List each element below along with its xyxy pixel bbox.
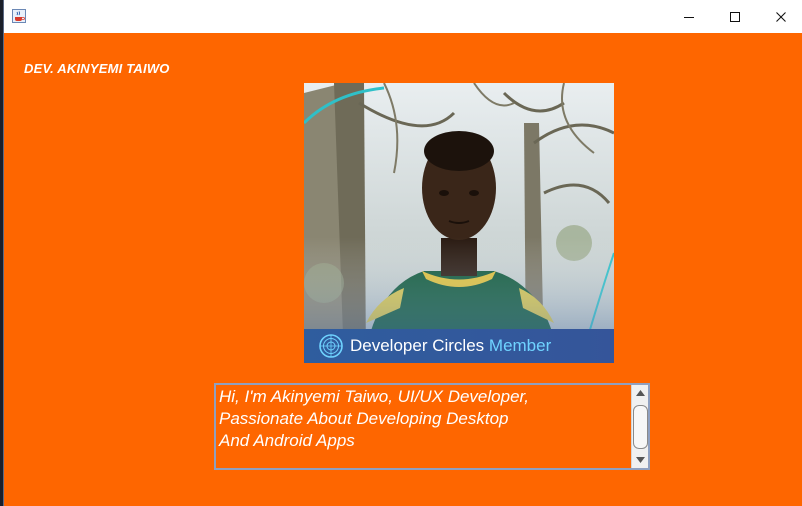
close-button[interactable] [758, 0, 802, 33]
java-cup-icon [12, 9, 26, 23]
scroll-up-button[interactable] [632, 385, 648, 401]
maximize-icon [730, 11, 740, 22]
photo-banner: Developer Circles Member [304, 329, 614, 363]
scroll-down-button[interactable] [632, 452, 648, 468]
banner-accent-text: Member [488, 336, 552, 355]
developer-circles-logo [319, 334, 343, 358]
vertical-scrollbar[interactable] [631, 385, 648, 468]
banner-label: Developer Circles Member [350, 336, 551, 356]
minimize-icon [684, 16, 694, 18]
maximize-button[interactable] [712, 0, 758, 33]
profile-photo: Developer Circles Member [304, 83, 614, 363]
arrow-up-icon [635, 390, 645, 396]
title-bar[interactable] [4, 0, 802, 33]
scroll-thumb[interactable] [633, 405, 648, 449]
minimize-button[interactable] [666, 0, 712, 33]
bio-text-area[interactable]: Hi, I'm Akinyemi Taiwo, UI/UX Developer,… [214, 383, 650, 470]
banner-text: Developer Circles [350, 336, 485, 355]
close-icon [776, 11, 786, 22]
author-name-label: DEV. AKINYEMI TAIWO [24, 61, 170, 76]
app-window: DEV. AKINYEMI TAIWO Developer Circles Me… [3, 0, 802, 506]
bio-text[interactable]: Hi, I'm Akinyemi Taiwo, UI/UX Developer,… [219, 386, 631, 452]
arrow-down-icon [635, 457, 645, 463]
